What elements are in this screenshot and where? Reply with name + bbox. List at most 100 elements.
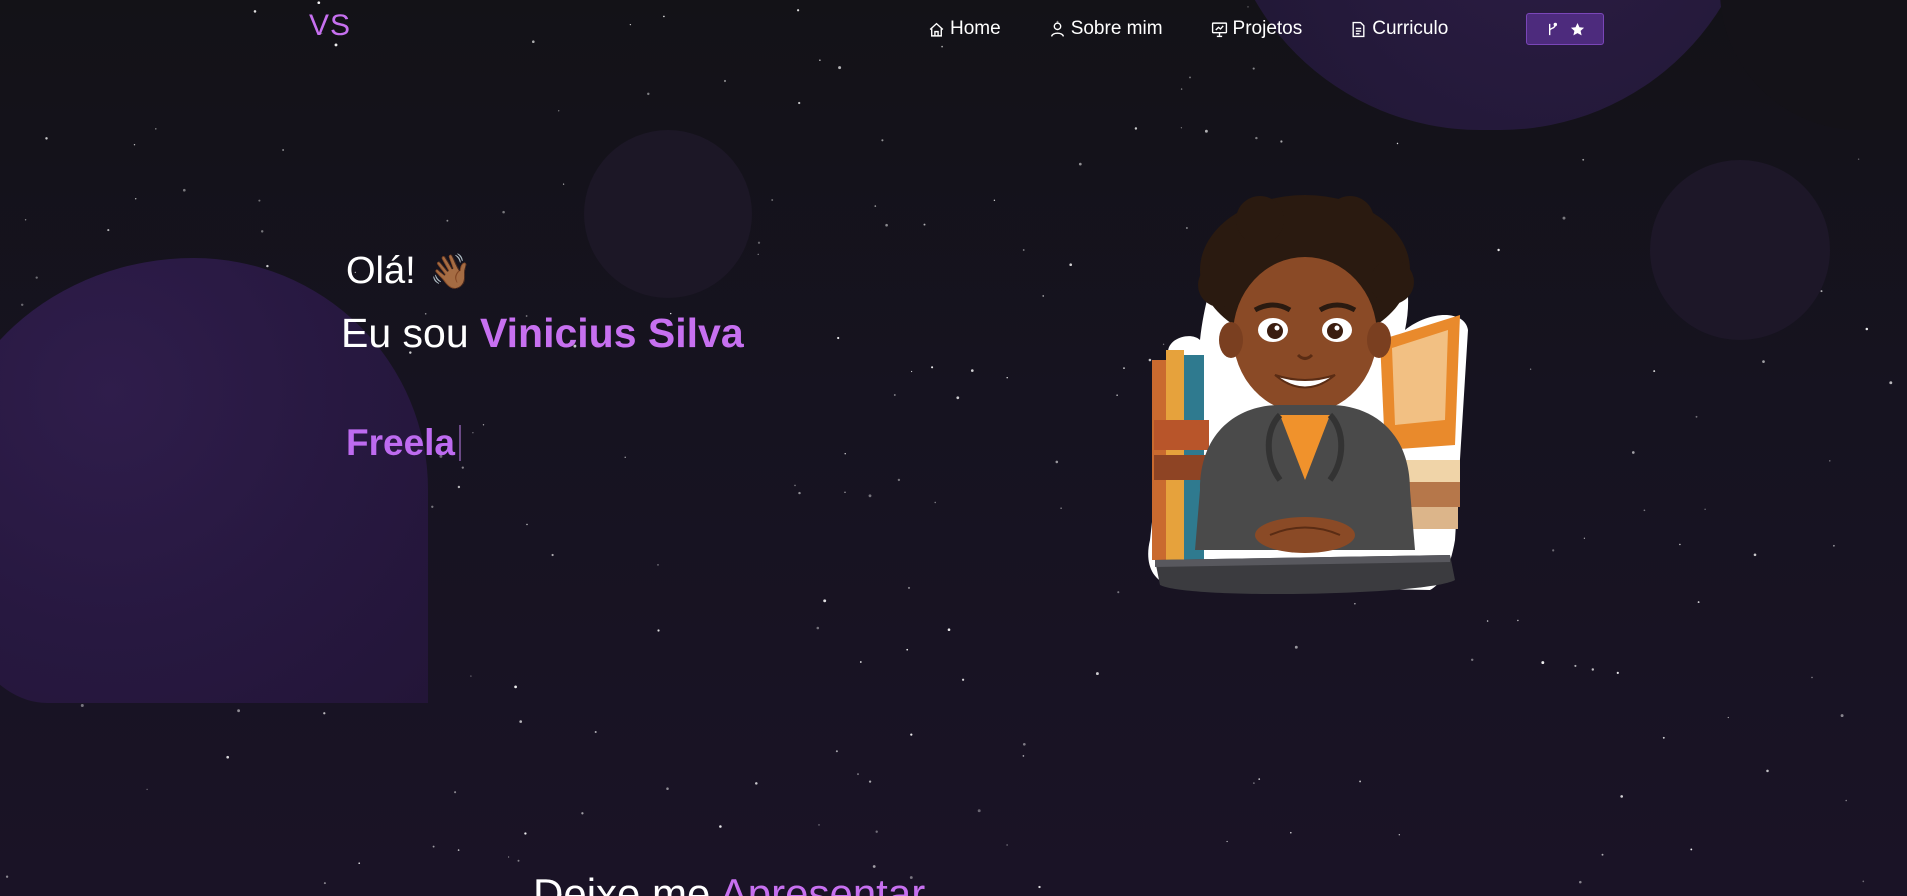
star [1631,451,1635,454]
star [1253,782,1255,784]
star [1022,249,1025,251]
star [666,787,669,790]
star [502,210,505,214]
star [1662,736,1665,739]
background-blob [1650,160,1830,340]
star [757,241,761,244]
star [557,110,560,112]
star [1845,799,1848,802]
star-icon [1570,22,1585,35]
star [1889,381,1893,385]
star [931,366,934,369]
star [1820,290,1823,293]
star [146,788,148,791]
star [1529,368,1532,370]
star [993,199,996,201]
star [1116,394,1118,396]
star [897,478,901,482]
greeting-text: Olá! [346,250,416,292]
star [1865,327,1869,331]
star [457,849,460,851]
logo[interactable]: VS [309,9,351,43]
star [1134,127,1138,130]
nav-item-projetos[interactable]: Projetos [1211,18,1302,40]
star [1006,376,1008,379]
star [1497,248,1500,252]
hero-intro: Eu sou Vinicius Silva [341,310,744,357]
star [872,865,876,868]
star [1180,127,1183,129]
star [719,825,722,828]
star [1541,661,1545,665]
section-title-highlight: Apresentar [719,870,926,896]
star [798,101,801,105]
star [885,223,888,227]
star [358,862,361,865]
star [1252,67,1255,70]
star [526,523,528,526]
star [1517,619,1519,622]
star [20,303,24,307]
star [657,564,659,566]
star [1811,676,1813,679]
star [868,780,872,783]
star [594,730,597,734]
star [107,229,110,232]
star [857,773,859,776]
star [1022,755,1025,757]
star [1840,714,1844,718]
star [470,675,472,677]
star [1829,460,1831,462]
star [910,733,913,736]
star [1582,158,1585,161]
star [1766,769,1769,773]
presentation-icon [1211,21,1227,37]
star [1189,76,1191,79]
wave-emoji: 👋🏾 [429,252,473,291]
star [1643,509,1646,512]
star [1695,415,1698,418]
star [956,396,960,400]
star [771,199,774,201]
star [723,79,727,83]
star [868,494,872,498]
star [182,188,186,192]
nav-item-home[interactable]: Home [928,18,1001,40]
star [961,678,965,681]
nav-item-sobre-mim[interactable]: Sobre mim [1049,18,1163,40]
nav-item-label: Home [950,18,1001,39]
star [893,394,896,396]
star [1470,658,1474,662]
nav-item-curriculo[interactable]: Curriculo [1350,18,1448,40]
hero-greeting: Olá! 👋🏾 [346,250,472,293]
star [457,485,461,489]
star [454,791,457,794]
star [874,205,877,207]
star [859,661,862,663]
star [624,456,626,458]
star [1117,591,1120,594]
github-fork-button[interactable] [1526,13,1604,45]
star [1690,848,1693,851]
star [835,750,838,753]
star [45,137,48,140]
star [838,66,842,70]
star [755,782,758,785]
navbar: VS Home Sobre mim Projetos Curriculo [0,0,1907,58]
star [906,648,909,651]
star [1055,460,1059,464]
star [432,845,435,848]
document-icon [1352,21,1365,37]
intro-prefix: Eu sou [341,310,481,356]
star [1862,880,1865,883]
star [260,230,264,233]
star [1042,295,1044,297]
star [461,466,464,469]
star [1226,840,1228,843]
star [1620,795,1624,798]
star [472,432,474,434]
star [266,264,269,268]
star [1006,844,1008,846]
star [837,336,840,340]
star [524,832,527,835]
